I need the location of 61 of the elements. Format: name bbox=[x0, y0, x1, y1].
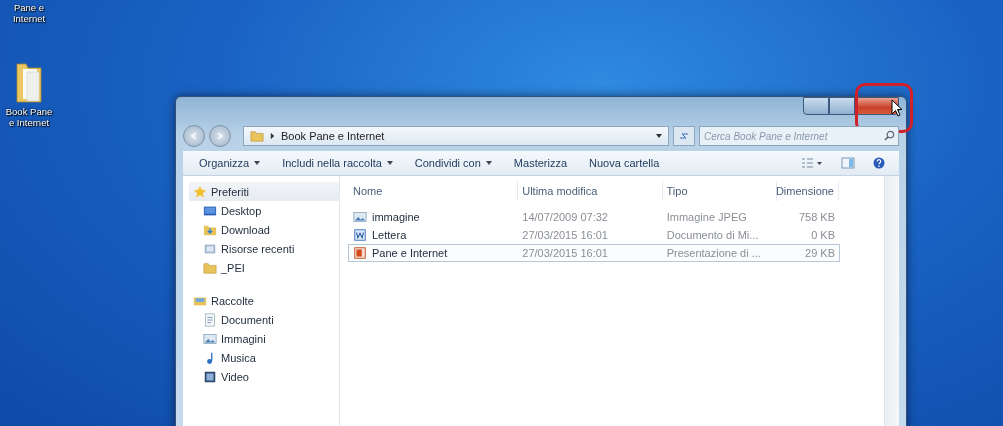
minimize-button[interactable] bbox=[803, 97, 829, 115]
star-icon bbox=[193, 184, 207, 199]
mouse-pointer-icon bbox=[891, 99, 903, 117]
sidebar-item[interactable]: Desktop bbox=[189, 201, 339, 220]
toolbar-button[interactable]: Condividi con bbox=[406, 155, 500, 171]
file-name: Pane e Internet bbox=[372, 247, 448, 259]
table-cell: 0 KB bbox=[811, 229, 835, 241]
column-header[interactable]: Tipo bbox=[662, 181, 777, 201]
document-icon bbox=[203, 312, 217, 327]
file-row[interactable]: Lettera 27/03/2015 16:01 Documento di Mi... 0 KB bbox=[348, 226, 840, 244]
sidebar-item[interactable]: Download bbox=[189, 220, 339, 239]
table-cell: 29 KB bbox=[805, 247, 835, 259]
column-header[interactable]: Nome bbox=[349, 181, 519, 201]
table-cell: Immagine JPEG bbox=[666, 211, 747, 223]
table-cell: 27/03/2015 16:01 bbox=[522, 247, 608, 259]
dropdown-arrow-icon[interactable] bbox=[656, 134, 662, 138]
breadcrumb[interactable]: Book Pane e Internet bbox=[281, 130, 385, 142]
search-icon bbox=[884, 130, 895, 141]
document-icon bbox=[353, 228, 367, 242]
sidebar-item[interactable]: Risorse recenti bbox=[189, 239, 339, 258]
sidebar-item[interactable]: Musica bbox=[189, 348, 339, 367]
caret-icon bbox=[254, 161, 261, 165]
folder-icon[interactable] bbox=[14, 60, 44, 104]
picture-icon bbox=[203, 331, 217, 346]
desktop-icon-label[interactable]: Book Pane e Internet bbox=[4, 106, 54, 128]
column-header[interactable]: Dimensione bbox=[777, 181, 839, 201]
sidebar-item[interactable]: Video bbox=[189, 367, 339, 386]
file-name: Lettera bbox=[372, 229, 407, 241]
toolbar-button[interactable]: Organizza bbox=[191, 155, 269, 171]
caret-icon bbox=[485, 161, 492, 165]
slide-icon bbox=[353, 246, 367, 260]
toolbar-button[interactable]: Masterizza bbox=[505, 155, 576, 171]
film-icon bbox=[203, 369, 217, 384]
sidebar-item[interactable]: Documenti bbox=[189, 310, 339, 329]
toolbar-button[interactable]: Nuova cartella bbox=[581, 155, 668, 171]
picture-icon bbox=[353, 210, 367, 224]
folder-icon bbox=[203, 260, 217, 275]
sidebar-group[interactable]: Preferiti bbox=[189, 182, 339, 201]
forward-button[interactable] bbox=[209, 125, 231, 147]
scrollbar[interactable] bbox=[884, 176, 899, 426]
table-cell: 758 KB bbox=[798, 211, 835, 223]
folder-icon bbox=[250, 129, 264, 143]
chevron-icon bbox=[270, 132, 275, 140]
desktop-icon-label[interactable]: Pane e Internet bbox=[4, 2, 54, 24]
maximize-button[interactable] bbox=[829, 97, 855, 115]
table-cell: Presentazione di ... bbox=[666, 247, 761, 259]
caret-icon bbox=[386, 161, 393, 165]
column-header[interactable]: Ultima modifica bbox=[518, 181, 663, 201]
file-name: immagine bbox=[372, 211, 420, 223]
sidebar-item[interactable]: _PEI bbox=[189, 258, 339, 277]
sidebar-group[interactable]: Raccolte bbox=[189, 291, 339, 310]
table-cell: 27/03/2015 16:01 bbox=[522, 229, 608, 241]
table-cell: 14/07/2009 07:32 bbox=[522, 211, 608, 223]
address-bar[interactable]: Book Pane e Internet bbox=[243, 126, 669, 146]
file-row[interactable]: Pane e Internet 27/03/2015 16:01 Presentazione di ... 29 KB bbox=[348, 244, 840, 262]
toolbar-button[interactable]: Includi nella raccolta bbox=[274, 155, 401, 171]
search-field[interactable]: Cerca Book Pane e Internet bbox=[699, 126, 899, 146]
table-cell: Documento di Mi... bbox=[666, 229, 759, 241]
back-button[interactable] bbox=[183, 125, 205, 147]
sidebar-item[interactable]: Immagini bbox=[189, 329, 339, 348]
file-row[interactable]: immagine 14/07/2009 07:32 Immagine JPEG 758 KB bbox=[348, 208, 840, 226]
